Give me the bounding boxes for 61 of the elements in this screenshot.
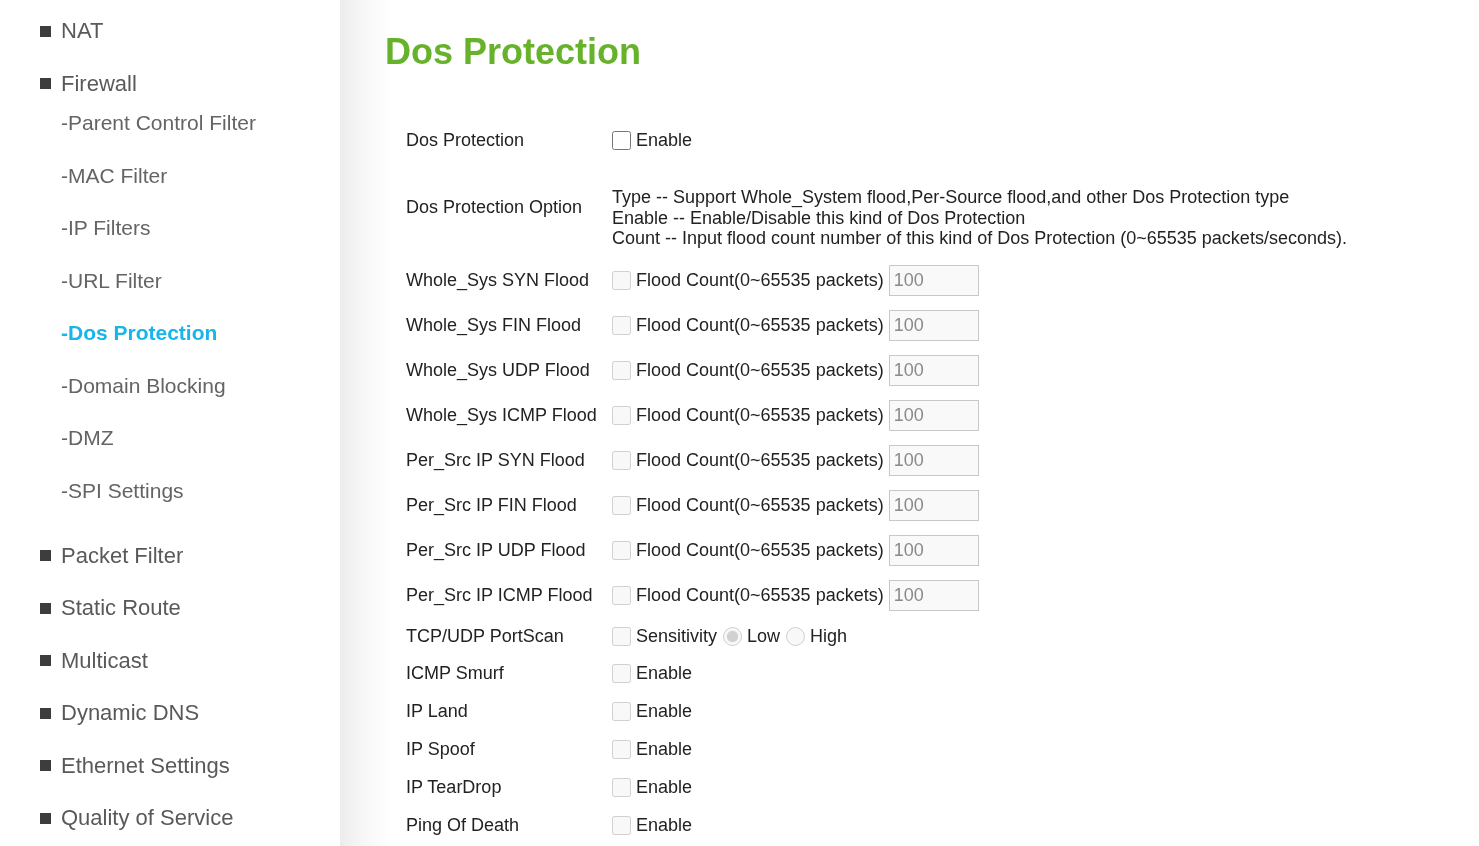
help-text: Enable -- Enable/Disable this kind of Dos Protection — [612, 207, 1026, 228]
sidebar-subitem[interactable]: -DMZ — [61, 425, 114, 452]
square-bullet-icon — [40, 760, 51, 772]
option-label: Enable — [636, 776, 693, 799]
sidebar-subitem[interactable]: -MAC Filter — [61, 162, 168, 189]
field-label: Ping Of Death — [406, 815, 520, 835]
sidebar-item[interactable]: Dynamic DNS — [40, 699, 200, 728]
sidebar-item[interactable]: Multicast — [40, 646, 148, 675]
flood-count-label: Flood Count(0~65535 packets) — [636, 358, 884, 382]
field-label: Whole_Sys ICMP Flood — [406, 404, 597, 425]
flood-count-label: Flood Count(0~65535 packets) — [636, 313, 884, 337]
help-text: Type -- Support Whole_System flood,Per-Source flood,and other Dos Protection type — [612, 187, 1290, 208]
sidebar-item[interactable]: Quality of Service — [40, 804, 234, 833]
field-label: Dos Protection — [406, 129, 525, 150]
sidebar-subitem[interactable]: -Domain Blocking — [61, 372, 226, 399]
radio-label: High — [810, 624, 848, 648]
field-label: Per_Src IP ICMP Flood — [406, 584, 593, 605]
sidebar-subitem[interactable]: -IP Filters — [61, 215, 151, 242]
sidebar-subitem[interactable]: -Parent Control Filter — [61, 110, 256, 137]
sidebar-item[interactable]: Ethernet Settings — [40, 751, 230, 780]
flood-count-label: Flood Count(0~65535 packets) — [636, 583, 884, 607]
square-bullet-icon — [40, 550, 51, 562]
square-bullet-icon — [40, 707, 51, 719]
field-label: Per_Src IP SYN Flood — [406, 449, 585, 470]
sidebar-subitem[interactable]: -URL Filter — [61, 267, 162, 294]
page-title: Dos Protection — [385, 30, 643, 74]
option-label: Enable — [636, 128, 693, 152]
field-label: IP Spoof — [406, 739, 475, 759]
field-label: Per_Src IP UDP Flood — [406, 539, 586, 560]
field-label: IP Land — [406, 701, 468, 721]
field-label: Whole_Sys UDP Flood — [406, 359, 590, 380]
flood-count-label: Flood Count(0~65535 packets) — [636, 268, 884, 292]
sensitivity-label: Sensitivity — [636, 624, 718, 648]
square-bullet-icon — [40, 812, 51, 824]
help-text: Count -- Input flood count number of this kind of Dos Protection (0~65535 packets/seconds). — [612, 228, 1347, 249]
flood-count-label: Flood Count(0~65535 packets) — [636, 538, 884, 562]
field-label: ICMP Smurf — [406, 663, 504, 683]
sidebar-item[interactable]: NAT — [40, 17, 104, 46]
sidebar-item[interactable]: Static Route — [40, 594, 181, 623]
sidebar-subitem[interactable]: -SPI Settings — [61, 477, 184, 504]
flood-count-label: Flood Count(0~65535 packets) — [636, 403, 884, 427]
flood-count-label: Flood Count(0~65535 packets) — [636, 448, 884, 472]
option-label: Enable — [636, 662, 693, 685]
field-label: TCP/UDP PortScan — [406, 625, 564, 646]
sidebar-item[interactable]: Firewall — [40, 69, 137, 98]
field-label: IP TearDrop — [406, 777, 502, 797]
square-bullet-icon — [40, 602, 51, 614]
square-bullet-icon — [40, 78, 51, 90]
square-bullet-icon — [40, 25, 51, 37]
field-label: Whole_Sys FIN Flood — [406, 314, 582, 335]
flood-count-label: Flood Count(0~65535 packets) — [636, 493, 884, 517]
field-label: Whole_Sys SYN Flood — [406, 269, 590, 290]
square-bullet-icon — [40, 655, 51, 667]
option-label: Enable — [636, 738, 693, 761]
radio-label: Low — [747, 624, 781, 648]
field-label: Dos Protection Option — [406, 197, 583, 217]
field-label: Per_Src IP FIN Flood — [406, 494, 577, 515]
option-label: Enable — [636, 814, 693, 837]
option-label: Enable — [636, 700, 693, 723]
sidebar-item[interactable]: Packet Filter — [40, 541, 184, 570]
checkbox[interactable] — [612, 130, 631, 150]
